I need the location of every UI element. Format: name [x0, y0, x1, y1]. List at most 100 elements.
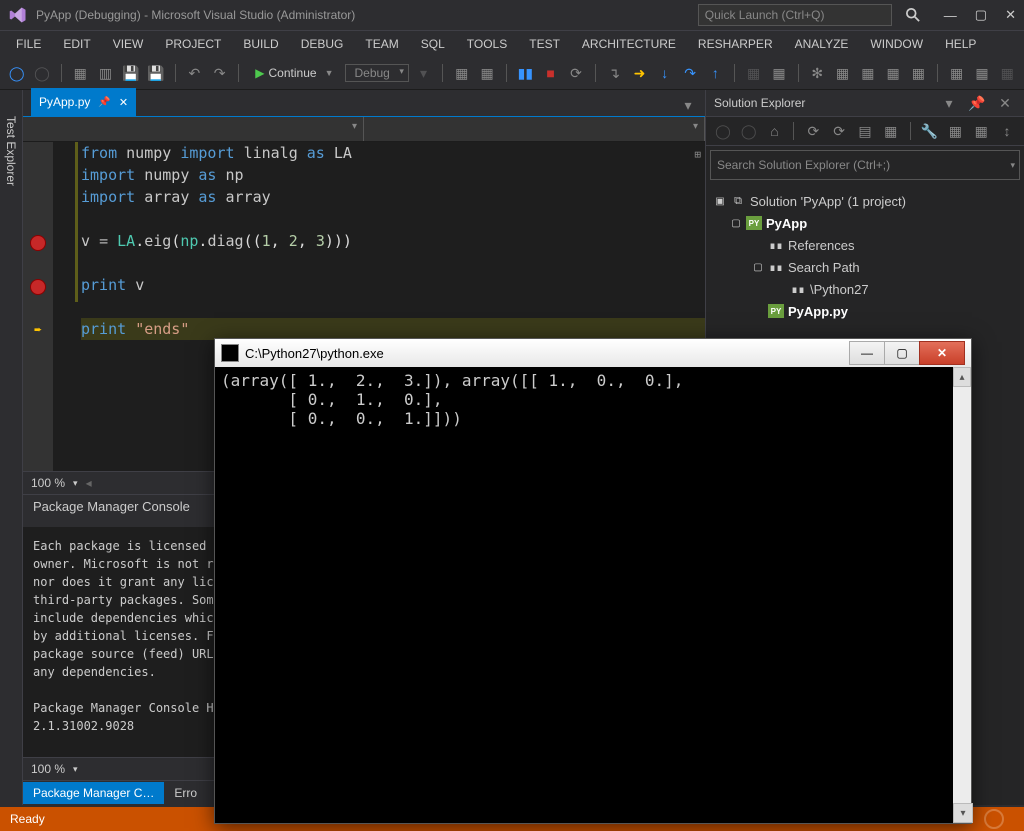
- pin-icon[interactable]: 📌: [98, 97, 110, 108]
- toolbar-icon-11[interactable]: ▦: [971, 62, 992, 84]
- continue-button[interactable]: ▶Continue▼: [247, 64, 341, 82]
- sol-view-icon[interactable]: ▦: [970, 120, 992, 142]
- sol-back-icon[interactable]: ◯: [712, 120, 734, 142]
- solution-search-input[interactable]: Search Solution Explorer (Ctrl+;): [710, 150, 1020, 180]
- toolbar-icon-12[interactable]: ▦: [997, 62, 1018, 84]
- menu-file[interactable]: FILE: [6, 33, 51, 55]
- tree-search-path[interactable]: ▢ ∎∎ Search Path: [710, 256, 1020, 278]
- breakpoint-icon[interactable]: [30, 235, 46, 251]
- toolbar-icon-1[interactable]: ▦: [451, 62, 472, 84]
- menu-test[interactable]: TEST: [519, 33, 570, 55]
- open-file-icon[interactable]: ▥: [95, 62, 116, 84]
- nav-back-icon[interactable]: ◯: [6, 62, 27, 84]
- stop-icon[interactable]: ■: [540, 62, 561, 84]
- nav-fwd-icon[interactable]: ◯: [31, 62, 52, 84]
- sol-show-all-icon[interactable]: ▦: [880, 120, 902, 142]
- step-icon-1[interactable]: ↴: [604, 62, 625, 84]
- tree-project[interactable]: ▢ PY PyApp: [710, 212, 1020, 234]
- menu-build[interactable]: BUILD: [233, 33, 288, 55]
- minimize-button[interactable]: —: [944, 8, 957, 23]
- toolbar-icon-5[interactable]: ✻: [807, 62, 828, 84]
- menu-architecture[interactable]: ARCHITECTURE: [572, 33, 686, 55]
- tree-python27[interactable]: ∎∎ \Python27: [710, 278, 1020, 300]
- sol-sync-icon[interactable]: ⟳: [802, 120, 824, 142]
- toolbar-icon-6[interactable]: ▦: [832, 62, 853, 84]
- console-scrollbar[interactable]: ▴ ▾: [953, 367, 971, 823]
- menu-project[interactable]: PROJECT: [155, 33, 231, 55]
- new-project-icon[interactable]: ▦: [70, 62, 91, 84]
- maximize-button[interactable]: ▢: [975, 7, 987, 23]
- menu-tools[interactable]: TOOLS: [457, 33, 517, 55]
- toolbar-icon-2[interactable]: ▦: [476, 62, 497, 84]
- menu-resharper[interactable]: RESHARPER: [688, 33, 783, 55]
- breakpoint-icon[interactable]: [30, 279, 46, 295]
- scope-dropdown-right[interactable]: [364, 117, 705, 141]
- search-icon[interactable]: [902, 4, 924, 26]
- toolbar-icon-3[interactable]: ▦: [743, 62, 764, 84]
- sol-more-icon[interactable]: ↕: [996, 120, 1018, 142]
- restart-icon[interactable]: ⟳: [565, 62, 586, 84]
- zoom-value[interactable]: 100 %: [31, 476, 65, 490]
- scope-dropdown-left[interactable]: [23, 117, 364, 141]
- save-icon[interactable]: 💾: [120, 62, 141, 84]
- pmc-zoom-dropdown-icon[interactable]: ▾: [73, 764, 78, 775]
- toolbar-icon-9[interactable]: ▦: [908, 62, 929, 84]
- scroll-left-icon[interactable]: ◂: [86, 476, 92, 490]
- save-all-icon[interactable]: 💾: [145, 62, 166, 84]
- menu-debug[interactable]: DEBUG: [291, 33, 354, 55]
- error-list-tab[interactable]: Erro: [164, 782, 207, 804]
- redo-icon[interactable]: ↷: [209, 62, 230, 84]
- tree-references[interactable]: ∎∎ References: [710, 234, 1020, 256]
- sol-collapse-icon[interactable]: ▤: [854, 120, 876, 142]
- console-minimize-button[interactable]: —: [849, 341, 885, 365]
- toolbar-icon-4[interactable]: ▦: [768, 62, 789, 84]
- panel-dropdown-icon[interactable]: ▾: [938, 92, 960, 114]
- expander-icon[interactable]: ▣: [714, 196, 726, 207]
- toolbar-icon-10[interactable]: ▦: [946, 62, 967, 84]
- sol-home-icon[interactable]: ⌂: [764, 120, 786, 142]
- step-out-icon[interactable]: ↑: [705, 62, 726, 84]
- panel-close-icon[interactable]: ✕: [994, 92, 1016, 114]
- menu-edit[interactable]: EDIT: [53, 33, 100, 55]
- menu-team[interactable]: TEAM: [355, 33, 408, 55]
- scroll-up-icon[interactable]: ▴: [953, 367, 971, 387]
- console-close-button[interactable]: ✕: [919, 341, 965, 365]
- pause-icon[interactable]: ▮▮: [515, 62, 536, 84]
- console-title-bar[interactable]: C:\Python27\python.exe — ▢ ✕: [215, 339, 971, 367]
- sol-properties-icon[interactable]: 🔧: [919, 120, 941, 142]
- toolbar-icon-7[interactable]: ▦: [857, 62, 878, 84]
- step-over-icon[interactable]: ↷: [679, 62, 700, 84]
- menu-help[interactable]: HELP: [935, 33, 986, 55]
- pmc-zoom-value[interactable]: 100 %: [31, 762, 65, 776]
- menu-window[interactable]: WINDOW: [860, 33, 933, 55]
- scroll-down-icon[interactable]: ▾: [953, 803, 973, 823]
- sol-refresh-icon[interactable]: ⟳: [828, 120, 850, 142]
- pmc-tab[interactable]: Package Manager C…: [23, 782, 164, 804]
- quick-launch-input[interactable]: Quick Launch (Ctrl+Q): [698, 4, 892, 26]
- show-next-icon[interactable]: ➜: [629, 62, 650, 84]
- step-into-icon[interactable]: ↓: [654, 62, 675, 84]
- toolbar-icon-8[interactable]: ▦: [882, 62, 903, 84]
- close-button[interactable]: ✕: [1005, 7, 1016, 23]
- expander-icon[interactable]: ▢: [752, 262, 764, 273]
- test-explorer-tab[interactable]: Test Explorer: [2, 110, 20, 192]
- platform-dropdown[interactable]: ▾: [413, 62, 434, 84]
- config-dropdown[interactable]: Debug: [345, 64, 408, 82]
- expander-icon[interactable]: ▢: [730, 218, 742, 229]
- sol-fwd-icon[interactable]: ◯: [738, 120, 760, 142]
- feedback-icon[interactable]: [984, 809, 1004, 829]
- tree-solution-root[interactable]: ▣ ⧉ Solution 'PyApp' (1 project): [710, 190, 1020, 212]
- file-tab-active[interactable]: PyApp.py 📌 ✕: [31, 88, 136, 116]
- menu-sql[interactable]: SQL: [411, 33, 455, 55]
- close-tab-icon[interactable]: ✕: [119, 96, 128, 109]
- tree-pyapp-file[interactable]: PY PyApp.py: [710, 300, 1020, 322]
- menu-view[interactable]: VIEW: [103, 33, 154, 55]
- console-maximize-button[interactable]: ▢: [884, 341, 920, 365]
- console-output[interactable]: (array([ 1., 2., 3.]), array([[ 1., 0., …: [215, 367, 971, 823]
- zoom-dropdown-icon[interactable]: ▾: [73, 478, 78, 489]
- panel-pin-icon[interactable]: 📌: [966, 92, 988, 114]
- tab-dropdown-icon[interactable]: ▾: [677, 94, 699, 116]
- undo-icon[interactable]: ↶: [184, 62, 205, 84]
- breakpoint-gutter[interactable]: ➨: [23, 142, 53, 471]
- menu-analyze[interactable]: ANALYZE: [785, 33, 859, 55]
